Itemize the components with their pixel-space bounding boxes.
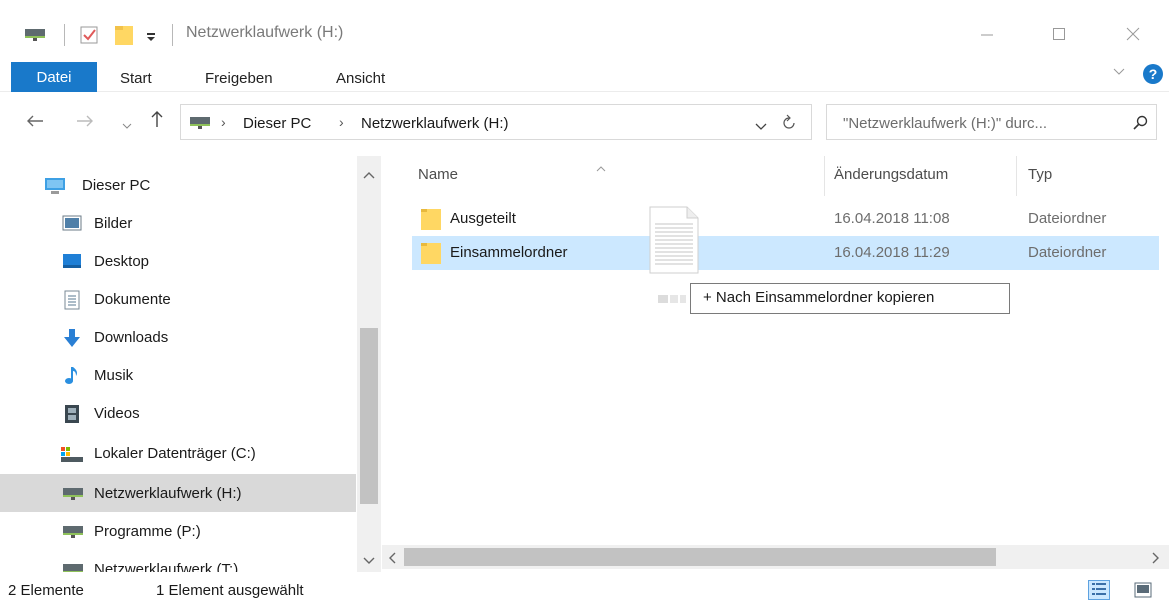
forward-arrow-icon[interactable] [76, 112, 94, 133]
sidebar-item-videos[interactable]: Videos [0, 394, 356, 432]
properties-icon[interactable] [80, 26, 98, 48]
refresh-icon[interactable] [781, 114, 797, 136]
ribbon-expand-chevron-icon[interactable] [1113, 64, 1125, 79]
file-name: Einsammelordner [450, 244, 568, 261]
scroll-down-arrow-icon[interactable] [363, 552, 375, 569]
sidebar-item-dieser-pc[interactable]: Dieser PC [0, 166, 356, 204]
network-drive-icon [189, 116, 211, 134]
column-divider[interactable] [1016, 156, 1017, 196]
status-selection: 1 Element ausgewählt [156, 582, 304, 599]
sidebar-item-dokumente[interactable]: Dokumente [0, 280, 356, 318]
local-drive-icon [60, 445, 83, 463]
sidebar-item-lokaler-datentraeger[interactable]: Lokaler Datenträger (C:) [0, 434, 356, 472]
window-title: Netzwerklaufwerk (H:) [186, 24, 344, 41]
titlebar-separator [64, 24, 65, 46]
column-header-date[interactable]: Änderungsdatum [834, 166, 948, 183]
file-date: 16.04.2018 11:08 [834, 210, 950, 227]
details-view-icon [1092, 582, 1106, 599]
close-button[interactable] [1110, 14, 1156, 54]
scrollbar-thumb[interactable] [404, 548, 996, 566]
music-icon [64, 366, 84, 384]
column-header-type[interactable]: Typ [1028, 166, 1052, 183]
network-drive-icon[interactable] [24, 28, 46, 46]
customize-toolbar-icon[interactable] [146, 29, 156, 46]
new-folder-icon[interactable] [114, 24, 134, 50]
column-header-name[interactable]: Name [418, 166, 458, 183]
sidebar-item-musik[interactable]: Musik [0, 356, 356, 394]
titlebar-separator [172, 24, 173, 46]
navigation-pane: Dieser PC Bilder Desktop Dokumente Downl… [0, 156, 382, 572]
sidebar-item-programme-p[interactable]: Programme (P:) [0, 512, 356, 550]
scroll-up-arrow-icon[interactable] [363, 166, 375, 183]
file-type: Dateiordner [1028, 244, 1107, 261]
file-date: 16.04.2018 11:29 [834, 244, 950, 261]
network-drive-icon [62, 563, 83, 572]
up-arrow-icon[interactable] [150, 110, 164, 133]
network-drive-icon [62, 487, 83, 505]
file-type: Dateiordner [1028, 210, 1107, 227]
minimize-button[interactable] [964, 14, 1010, 54]
drag-tooltip-text: + Nach Einsammelordner kopieren [703, 289, 935, 306]
folder-icon [420, 207, 442, 235]
scrollbar-thumb[interactable] [360, 328, 378, 504]
sort-ascending-icon [596, 159, 606, 176]
dragged-document-icon [649, 206, 699, 278]
file-name: Ausgeteilt [450, 210, 516, 227]
network-drive-icon [62, 525, 83, 543]
file-list-horizontal-scrollbar[interactable] [382, 545, 1169, 569]
documents-icon [64, 290, 84, 310]
tab-datei[interactable]: Datei [11, 62, 97, 92]
file-row-ausgeteilt[interactable]: Ausgeteilt 16.04.2018 11:08 Dateiordner [412, 202, 1159, 236]
large-icons-view-icon[interactable] [1134, 582, 1152, 602]
recent-locations-chevron-icon[interactable] [122, 114, 132, 135]
title-bar: Netzwerklaufwerk (H:) [0, 0, 1169, 56]
videos-icon [64, 404, 84, 423]
breadcrumb-dieser-pc[interactable]: Dieser PC [243, 115, 311, 132]
tab-start[interactable]: Start [120, 70, 152, 87]
sidebar-item-netzwerklaufwerk-h[interactable]: Netzwerklaufwerk (H:) [0, 474, 356, 512]
search-input[interactable]: "Netzwerklaufwerk (H:)" durc... [826, 104, 1157, 140]
address-bar[interactable]: › Dieser PC › Netzwerklaufwerk (H:) [180, 104, 812, 140]
navigation-pane-scrollbar[interactable] [357, 156, 381, 572]
tab-ansicht[interactable]: Ansicht [336, 70, 385, 87]
column-divider[interactable] [824, 156, 825, 196]
tab-freigeben[interactable]: Freigeben [205, 70, 273, 87]
pictures-icon [62, 215, 82, 233]
maximize-button[interactable] [1036, 14, 1082, 54]
sidebar-item-bilder[interactable]: Bilder [0, 204, 356, 242]
drag-cursor-icon [657, 292, 687, 309]
file-row-einsammelordner[interactable]: Einsammelordner 16.04.2018 11:29 Dateior… [412, 236, 1159, 270]
help-button[interactable]: ? [1143, 64, 1163, 84]
status-item-count: 2 Elemente [8, 582, 84, 599]
search-icon[interactable] [1133, 115, 1149, 135]
sidebar-item-downloads[interactable]: Downloads [0, 318, 356, 356]
drag-copy-tooltip: + Nach Einsammelordner kopieren [690, 283, 1010, 314]
status-bar: 2 Elemente 1 Element ausgewählt [0, 572, 1169, 602]
downloads-icon [62, 328, 82, 347]
ribbon [0, 56, 1169, 92]
scroll-left-arrow-icon[interactable] [388, 551, 396, 568]
address-history-chevron-icon[interactable] [755, 118, 767, 135]
scroll-right-arrow-icon[interactable] [1152, 551, 1160, 568]
sidebar-item-desktop[interactable]: Desktop [0, 242, 356, 280]
details-view-button[interactable] [1088, 580, 1110, 600]
pc-icon [44, 177, 65, 195]
sidebar-item-netzwerklaufwerk-t[interactable]: Netzwerklaufwerk (T:) [0, 550, 356, 572]
breadcrumb-netzwerklaufwerk[interactable]: Netzwerklaufwerk (H:) [361, 115, 509, 132]
folder-icon [420, 241, 442, 269]
search-placeholder: "Netzwerklaufwerk (H:)" durc... [843, 115, 1048, 132]
breadcrumb-chevron-icon[interactable]: › [221, 114, 226, 130]
breadcrumb-chevron-icon[interactable]: › [339, 114, 344, 130]
back-arrow-icon[interactable] [26, 112, 44, 133]
desktop-icon [62, 253, 82, 271]
